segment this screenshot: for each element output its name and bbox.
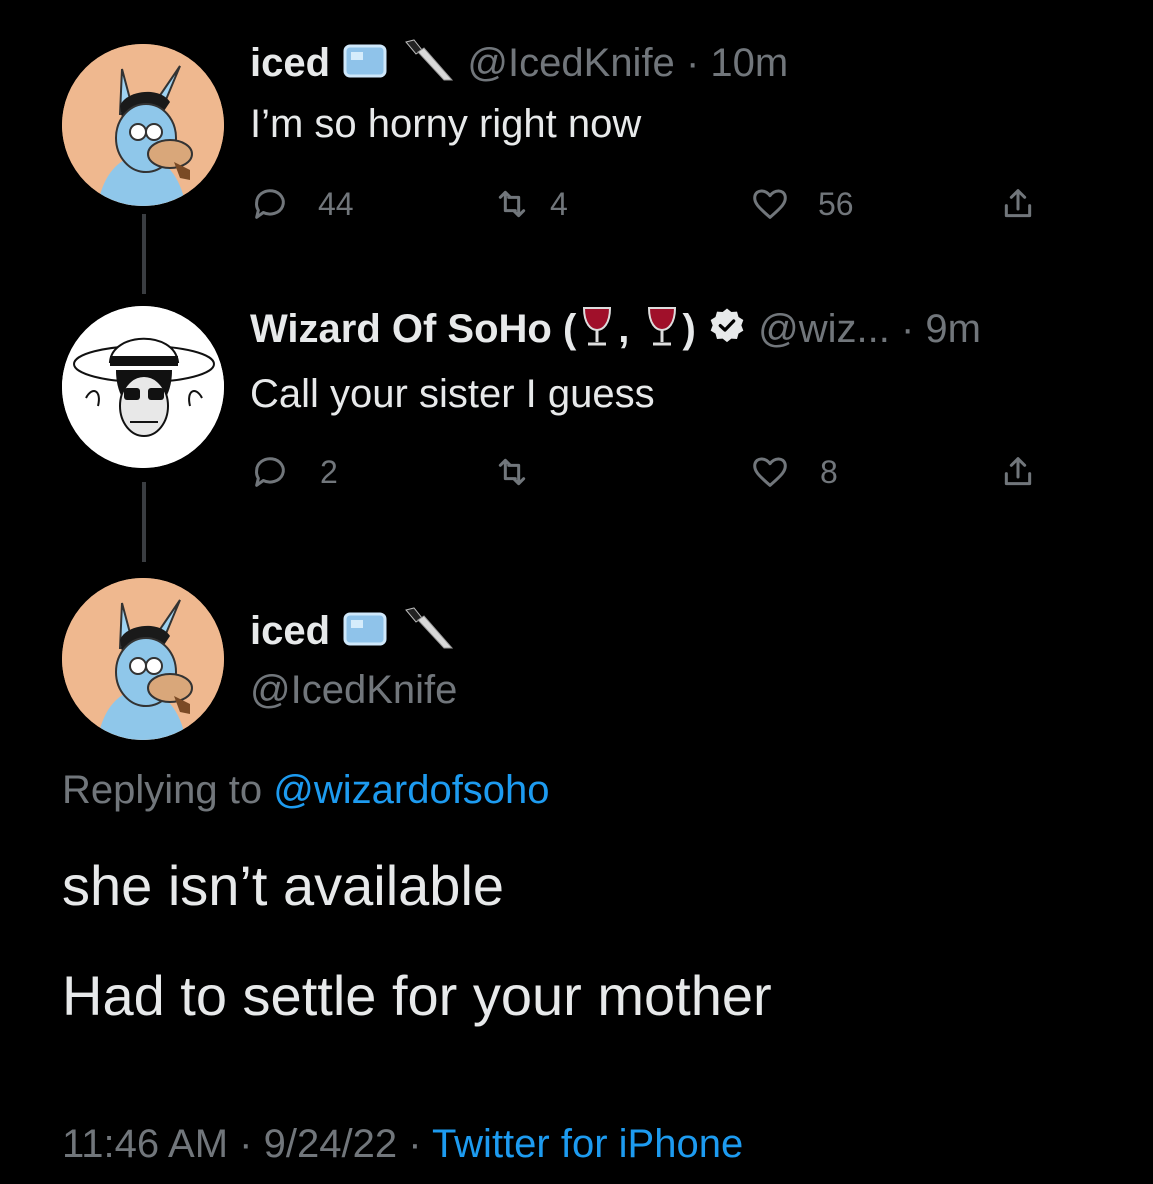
- focused-tweet: iced @IcedKnife Replying to @wizardofsoh…: [0, 570, 1153, 1184]
- thread-tweet-2[interactable]: Wizard Of SoHo (, ) @wiz... · 9m Call yo…: [0, 300, 1153, 570]
- thread-line: [142, 482, 146, 562]
- share-icon: [1004, 189, 1032, 218]
- display-name[interactable]: Wizard Of SoHo (: [250, 307, 576, 351]
- reply-icon: [255, 189, 285, 219]
- reply-button[interactable]: 2: [250, 448, 338, 496]
- heart-icon: [753, 457, 787, 487]
- knife-emoji: [400, 36, 456, 95]
- ice-cube-emoji: [341, 608, 389, 659]
- avatar[interactable]: [62, 578, 224, 740]
- tweet-text: I’m so horny right now: [250, 102, 642, 146]
- share-button[interactable]: [998, 448, 1038, 496]
- like-count: 56: [818, 185, 854, 222]
- separator-dot: ·: [239, 1122, 253, 1166]
- author-name-row: iced: [250, 604, 456, 663]
- replying-handle-link[interactable]: @wizardofsoho: [273, 768, 549, 812]
- tweet-text-line-1: she isn’t available: [62, 854, 505, 917]
- knife-emoji: [400, 604, 456, 663]
- thread-line: [142, 214, 146, 294]
- like-button[interactable]: 8: [750, 448, 838, 496]
- tweet-source-link[interactable]: Twitter for iPhone: [432, 1122, 743, 1166]
- replying-label: Replying to: [62, 768, 263, 812]
- separator-dot: ·: [685, 41, 700, 86]
- tweet-meta: 11:46 AM · 9/24/22 · Twitter for iPhone: [62, 1120, 743, 1168]
- share-button[interactable]: [998, 180, 1038, 228]
- display-name-end: ): [682, 307, 696, 352]
- tweet-text: Call your sister I guess: [250, 372, 655, 416]
- tweet-header: Wizard Of SoHo (, ) @wiz... · 9m: [250, 304, 981, 359]
- like-button[interactable]: 56: [750, 180, 854, 228]
- share-icon: [1004, 457, 1032, 486]
- reply-button[interactable]: 44: [250, 180, 354, 228]
- ice-cube-emoji: [341, 40, 389, 91]
- tweet-time[interactable]: 10m: [710, 41, 788, 85]
- retweet-count: 4: [550, 185, 568, 222]
- retweet-icon: [498, 190, 526, 218]
- tweet-header: iced @IcedKnife · 10m: [250, 36, 788, 95]
- display-name[interactable]: iced: [250, 41, 330, 85]
- wine-glass-emoji: [576, 304, 618, 359]
- avatar[interactable]: [62, 306, 224, 468]
- separator-dot: ·: [900, 307, 915, 352]
- display-name[interactable]: iced: [250, 609, 330, 653]
- tweet-date[interactable]: 9/24/22: [264, 1122, 397, 1166]
- handle[interactable]: @wiz...: [758, 307, 890, 351]
- tweet-actions: 44 4 56: [250, 180, 1070, 228]
- tweet-text-line-2: Had to settle for your mother: [62, 964, 772, 1027]
- retweet-icon: [498, 458, 526, 486]
- display-name-comma: ,: [618, 307, 630, 352]
- wine-glass-emoji: [641, 304, 683, 359]
- heart-icon: [753, 189, 787, 219]
- thread-tweet-1[interactable]: iced @IcedKnife · 10m I’m so horny right…: [0, 0, 1153, 300]
- reply-icon: [255, 457, 285, 487]
- tweet-time[interactable]: 9m: [925, 307, 981, 351]
- verified-badge-icon: [707, 306, 747, 357]
- avatar[interactable]: [62, 44, 224, 206]
- tweet-actions: 2 8: [250, 448, 1070, 496]
- separator-dot: ·: [408, 1122, 422, 1166]
- retweet-button[interactable]: 4: [492, 180, 568, 228]
- reply-count: 44: [318, 185, 354, 222]
- replying-to: Replying to @wizardofsoho: [62, 766, 550, 814]
- tweet-timestamp[interactable]: 11:46 AM: [62, 1122, 228, 1166]
- handle[interactable]: @IcedKnife: [250, 666, 457, 714]
- like-count: 8: [820, 453, 838, 490]
- donkey-avatar-icon: [62, 44, 224, 206]
- handle[interactable]: @IcedKnife: [467, 41, 674, 85]
- reply-count: 2: [320, 453, 338, 490]
- retweet-button[interactable]: [492, 448, 532, 496]
- skull-wizard-avatar-icon: [62, 306, 224, 468]
- donkey-avatar-icon: [62, 578, 224, 740]
